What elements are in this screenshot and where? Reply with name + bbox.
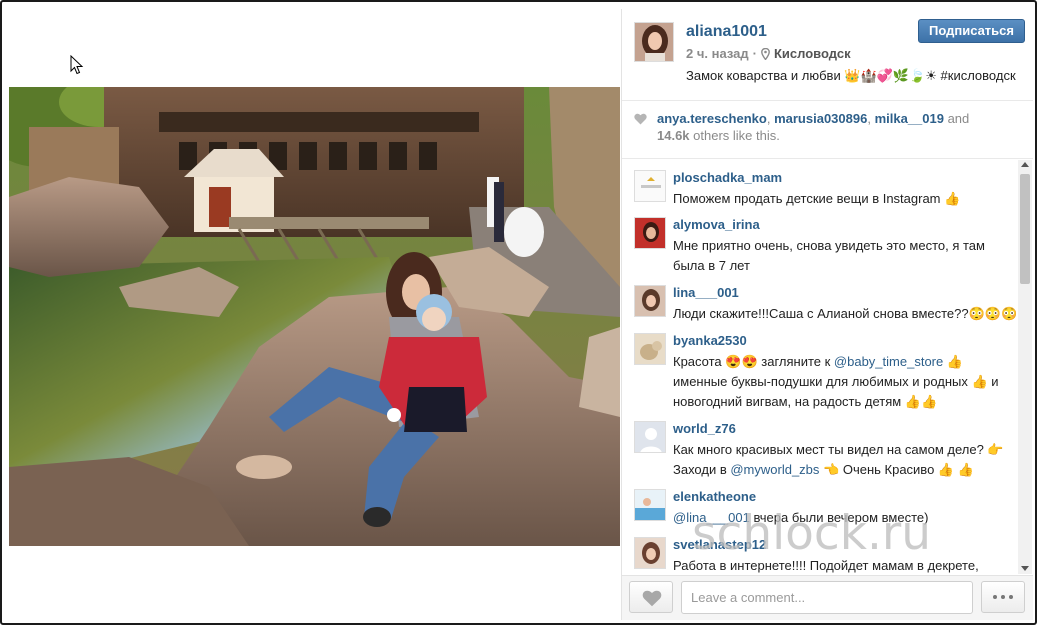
liker-sep: , <box>766 111 775 126</box>
comment-text: Мне приятно очень, снова увидеть это мес… <box>673 238 985 273</box>
comment-avatar[interactable] <box>634 421 666 453</box>
liker-link[interactable]: milka__019 <box>875 111 944 126</box>
comment-avatar[interactable] <box>634 170 666 202</box>
post-header: aliana1001 2 ч. назад · Кисловодск Замок… <box>622 9 1033 101</box>
photo-image <box>9 87 620 546</box>
comment-mention[interactable]: @myworld_zbs <box>730 462 819 477</box>
liker-sep: , <box>867 111 875 126</box>
scroll-thumb[interactable] <box>1020 174 1030 284</box>
cursor-icon <box>70 55 84 75</box>
heart-icon <box>634 113 647 125</box>
browser-frame: aliana1001 2 ч. назад · Кисловодск Замок… <box>0 0 1037 625</box>
liker-link[interactable]: anya.tereschenko <box>657 111 767 126</box>
comment-avatar[interactable] <box>634 333 666 365</box>
comment-item: byanka2530 Красота 😍😍 загляните к @baby_… <box>634 333 1016 413</box>
comment-text: Поможем продать детские вещи в Instagram… <box>673 191 961 206</box>
comment-username[interactable]: elenkatheone <box>673 489 756 504</box>
comment-text: Красота 😍😍 загляните к @baby_time_store … <box>673 352 1018 412</box>
comment-username[interactable]: byanka2530 <box>673 333 747 348</box>
dot <box>1009 595 1013 599</box>
comment-item: lina___001 Люди скажите!!!Саша с Алианой… <box>634 285 1018 325</box>
comments-scrollbar[interactable] <box>1018 160 1032 574</box>
liker-link[interactable]: marusia030896 <box>774 111 867 126</box>
comment-avatar[interactable] <box>634 285 666 317</box>
likes-and: and <box>943 111 970 126</box>
comment-mention[interactable]: @baby_time_store <box>834 354 943 369</box>
media-column <box>9 9 620 620</box>
comment-text-part: 👈 Очень Красиво 👍 👍 <box>819 462 974 477</box>
dot <box>993 595 997 599</box>
post-photo[interactable] <box>9 87 620 546</box>
comment-username[interactable]: lina___001 <box>673 285 739 300</box>
like-button[interactable] <box>629 581 673 613</box>
follow-button[interactable]: Подписаться <box>918 19 1025 43</box>
watermark: schlock.ru <box>692 506 932 561</box>
scroll-down-arrow-icon[interactable] <box>1021 566 1029 571</box>
comment-text-part: Красота 😍😍 загляните к <box>673 354 834 369</box>
comment-username[interactable]: alymova_irina <box>673 217 760 232</box>
post-time[interactable]: 2 ч. назад <box>686 46 749 61</box>
comment-footer <box>622 575 1033 620</box>
owner-avatar[interactable] <box>634 22 674 62</box>
comment-item: alymova_irina Мне приятно очень, снова у… <box>634 217 1016 277</box>
post-caption: Замок коварства и любви 👑🏰💞🌿🍃☀ #кисловод… <box>686 68 1016 83</box>
dot <box>1001 595 1005 599</box>
likes-others-text: others like this. <box>689 128 780 143</box>
comment-username[interactable]: world_z76 <box>673 421 736 436</box>
owner-username[interactable]: aliana1001 <box>686 23 767 41</box>
comment-avatar[interactable] <box>634 489 666 521</box>
scroll-up-arrow-icon[interactable] <box>1021 162 1029 167</box>
post-meta: 2 ч. назад · Кисловодск <box>686 46 851 61</box>
comment-text: Люди скажите!!!Саша с Алианой снова вмес… <box>673 306 1018 321</box>
comment-avatar[interactable] <box>634 217 666 249</box>
comment-item: world_z76 Как много красивых мест ты вид… <box>634 421 1016 481</box>
heart-icon <box>642 590 662 607</box>
comment-username[interactable]: ploschadka_mam <box>673 170 782 185</box>
comment-input[interactable] <box>681 581 973 614</box>
post-location[interactable]: Кисловодск <box>774 46 851 61</box>
comment-text: Как много красивых мест ты видел на само… <box>673 440 1018 480</box>
more-options-icon[interactable] <box>981 581 1025 613</box>
comment-avatar[interactable] <box>634 537 666 569</box>
likes-count[interactable]: 14.6k <box>657 128 690 143</box>
likes-section: anya.tereschenko, marusia030896, milka__… <box>622 102 1033 159</box>
comment-item: ploschadka_mam Поможем продать детские в… <box>634 170 1016 210</box>
likes-text: anya.tereschenko, marusia030896, milka__… <box>657 110 997 144</box>
meta-separator: · <box>752 46 757 61</box>
location-pin-icon <box>761 47 770 60</box>
